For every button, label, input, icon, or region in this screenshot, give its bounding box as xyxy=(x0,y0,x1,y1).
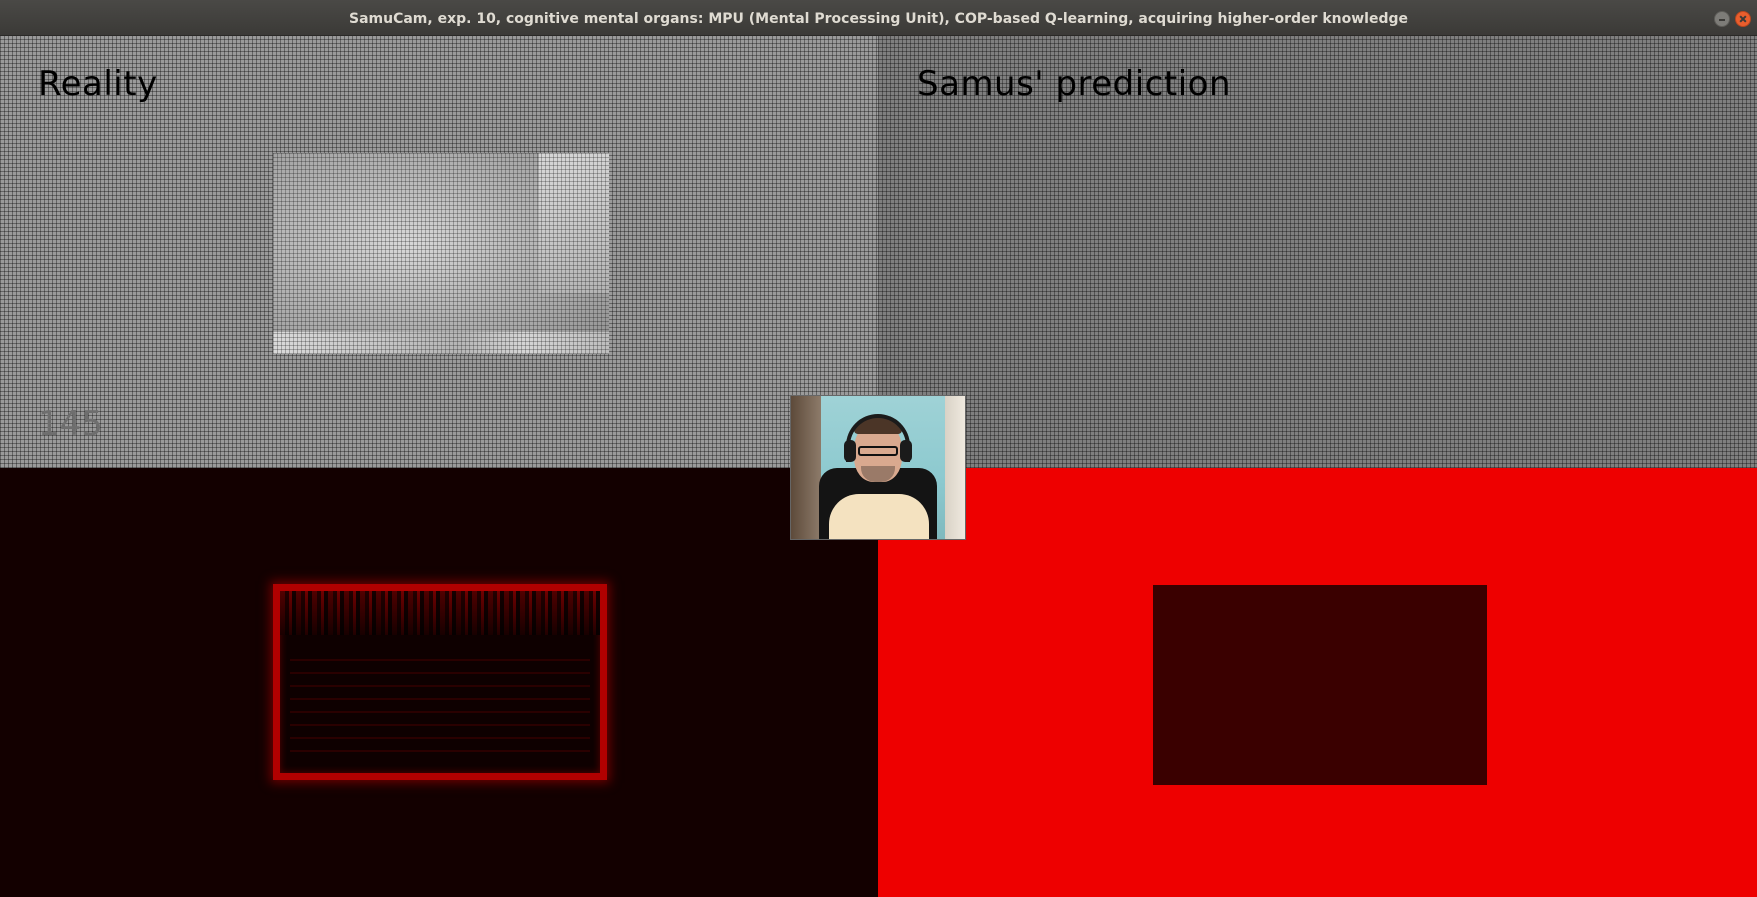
frame-counter: 145 xyxy=(38,404,103,444)
prediction-heatmap-rect xyxy=(1153,585,1487,785)
prediction-title: Samus' prediction xyxy=(917,64,1232,104)
difference-noise-band xyxy=(280,591,600,635)
close-icon[interactable] xyxy=(1735,11,1751,27)
reality-title: Reality xyxy=(38,64,158,104)
minimize-icon[interactable] xyxy=(1714,11,1730,27)
prediction-heatmap-panel xyxy=(878,468,1757,897)
prediction-panel: Samus' prediction xyxy=(878,36,1757,468)
reality-camera-frame xyxy=(273,153,609,354)
difference-panel xyxy=(0,468,878,897)
difference-lines xyxy=(290,651,590,763)
window-titlebar: SamuCam, exp. 10, cognitive mental organ… xyxy=(0,0,1757,36)
webcam-thumbnail xyxy=(790,395,966,540)
window-title: SamuCam, exp. 10, cognitive mental organ… xyxy=(349,11,1408,27)
reality-panel: Reality 145 xyxy=(0,36,878,468)
difference-frame xyxy=(273,584,607,780)
